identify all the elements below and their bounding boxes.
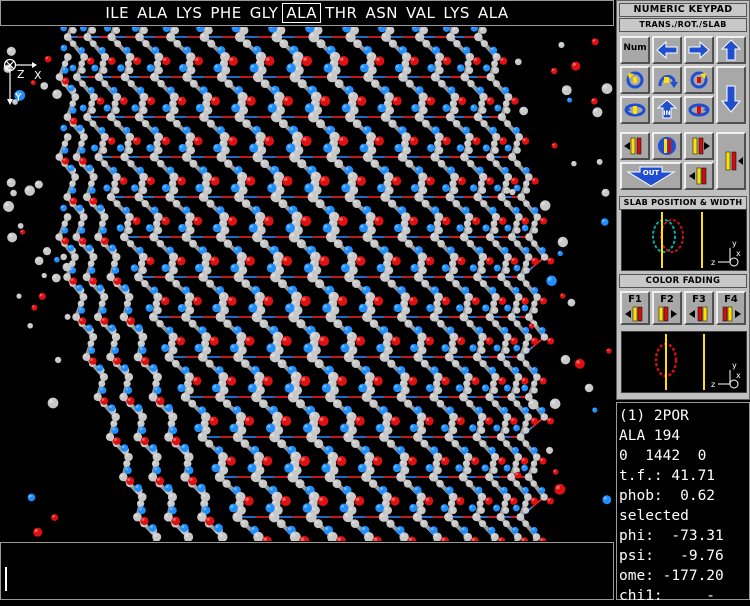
info-molecule: (1) 2POR bbox=[619, 406, 689, 426]
rotate-up-icon bbox=[654, 68, 680, 92]
zoom-out-button[interactable]: OUT bbox=[620, 162, 682, 190]
rotate-right-icon bbox=[686, 68, 712, 92]
control-panel: NUMERIC KEYPAD TRANS./ROT./SLAB Num IN bbox=[616, 0, 750, 400]
rotate-ccw-button[interactable] bbox=[620, 66, 650, 94]
f4-label: F4 bbox=[718, 294, 744, 305]
residue-lys-2[interactable]: LYS bbox=[439, 4, 474, 22]
zoom-out-icon: OUT bbox=[622, 164, 680, 188]
fade-f4-button[interactable]: F4 bbox=[716, 291, 746, 325]
info-temp-factor: t.f.: 41.71 bbox=[619, 466, 715, 486]
text-cursor bbox=[5, 567, 7, 591]
rotate-left-icon bbox=[622, 68, 648, 92]
move-left-button[interactable] bbox=[652, 36, 682, 64]
slab-left-icon bbox=[622, 134, 648, 158]
arrow-right-icon bbox=[686, 38, 712, 62]
info-phi: phi: -73.31 bbox=[619, 526, 724, 546]
out-label: OUT bbox=[643, 169, 660, 177]
mini-axis-z-2: z bbox=[711, 380, 715, 389]
residue-val[interactable]: VAL bbox=[402, 4, 439, 22]
num-button[interactable]: Num bbox=[620, 36, 650, 64]
rotate-up-button[interactable] bbox=[652, 66, 682, 94]
residue-ala-selected[interactable]: ALA bbox=[282, 3, 321, 23]
info-psi: psi: -9.76 bbox=[619, 546, 724, 566]
fade-f4-icon bbox=[720, 306, 742, 322]
slab-back-icon bbox=[686, 164, 712, 188]
info-indices: 0 1442 0 bbox=[619, 446, 706, 466]
slab-title: SLAB POSITION & WIDTH bbox=[619, 196, 747, 210]
mini-axis-x: x bbox=[736, 249, 741, 258]
residue-ala[interactable]: ALA bbox=[133, 4, 172, 22]
slab-toggle-button[interactable] bbox=[716, 132, 746, 190]
fading-preview[interactable]: y x z bbox=[621, 331, 747, 393]
mini-axis-icon bbox=[730, 258, 738, 266]
fading-preview-graphic: y x z bbox=[622, 332, 746, 392]
slab-width-icon bbox=[654, 134, 680, 158]
slab-toggle-icon bbox=[718, 134, 744, 188]
info-chi1: chi1: - bbox=[619, 586, 715, 606]
residue-gly[interactable]: GLY bbox=[246, 4, 283, 22]
residue-ile[interactable]: ILE bbox=[101, 4, 133, 22]
move-down-button[interactable] bbox=[716, 66, 746, 124]
fade-f2-icon bbox=[656, 306, 678, 322]
info-selection-status: selected bbox=[619, 506, 689, 526]
info-panel: (1) 2POR ALA 194 0 1442 0 t.f.: 41.71 ph… bbox=[616, 402, 750, 600]
rotate-y-left-icon bbox=[622, 98, 648, 122]
fade-f3-icon bbox=[688, 306, 710, 322]
mini-axis-icon-2 bbox=[730, 380, 738, 388]
slab-width-button[interactable] bbox=[652, 132, 682, 160]
command-line[interactable] bbox=[0, 542, 614, 600]
f1-label: F1 bbox=[622, 294, 648, 305]
move-right-button[interactable] bbox=[684, 36, 714, 64]
molecule-viewer[interactable]: Z X Y bbox=[0, 27, 614, 541]
residue-lys[interactable]: LYS bbox=[172, 4, 207, 22]
mini-axis-x-2: x bbox=[736, 371, 741, 380]
mini-axis-y: y bbox=[732, 239, 737, 248]
slab-left-button[interactable] bbox=[620, 132, 650, 160]
info-omega: ome: -177.20 bbox=[619, 566, 724, 586]
rotate-y-left-button[interactable] bbox=[620, 96, 650, 124]
slab-right-button[interactable] bbox=[684, 132, 714, 160]
arrow-down-icon bbox=[718, 68, 744, 122]
fade-f1-button[interactable]: F1 bbox=[620, 291, 650, 325]
rotate-y-right-icon bbox=[686, 98, 712, 122]
sequence-bar: ILE ALA LYS PHE GLY ALA THR ASN VAL LYS … bbox=[0, 0, 614, 26]
info-residue: ALA 194 bbox=[619, 426, 680, 446]
mini-axis-z: z bbox=[711, 258, 715, 267]
num-label: Num bbox=[622, 43, 648, 53]
in-label: IN bbox=[663, 110, 670, 117]
x-axis-label: X bbox=[34, 69, 42, 82]
beta-barrel-structure[interactable] bbox=[0, 27, 614, 541]
residue-thr[interactable]: THR bbox=[321, 4, 361, 22]
f2-label: F2 bbox=[654, 294, 680, 305]
keypad-subtitle: TRANS./ROT./SLAB bbox=[619, 18, 747, 32]
arrow-left-icon bbox=[654, 38, 680, 62]
zoom-in-icon: IN bbox=[654, 98, 680, 122]
fade-f2-button[interactable]: F2 bbox=[652, 291, 682, 325]
slab-preview[interactable]: y x z bbox=[621, 209, 747, 271]
rotate-cw-button[interactable] bbox=[684, 66, 714, 94]
slab-preview-graphic: y x z bbox=[622, 210, 746, 270]
slab-right-icon bbox=[686, 134, 712, 158]
fade-f3-button[interactable]: F3 bbox=[684, 291, 714, 325]
zoom-in-button[interactable]: IN bbox=[652, 96, 682, 124]
slab-back-button[interactable] bbox=[684, 162, 714, 190]
mini-axis-y-2: y bbox=[732, 361, 737, 370]
rotate-y-right-button[interactable] bbox=[684, 96, 714, 124]
info-hydrophobicity: phob: 0.62 bbox=[619, 486, 715, 506]
move-up-button[interactable] bbox=[716, 36, 746, 64]
fading-title: COLOR FADING bbox=[619, 274, 747, 288]
keypad-title: NUMERIC KEYPAD bbox=[619, 3, 747, 17]
residue-phe[interactable]: PHE bbox=[206, 4, 245, 22]
residue-ala-2[interactable]: ALA bbox=[474, 4, 513, 22]
fade-f1-icon bbox=[624, 306, 646, 322]
z-axis-label: Z bbox=[17, 68, 25, 81]
y-axis-label: Y bbox=[14, 91, 22, 104]
arrow-up-icon bbox=[718, 38, 744, 62]
residue-asn[interactable]: ASN bbox=[361, 4, 402, 22]
f3-label: F3 bbox=[686, 294, 712, 305]
axis-indicator: Z X Y bbox=[2, 57, 50, 109]
atom-spheres bbox=[3, 27, 612, 541]
